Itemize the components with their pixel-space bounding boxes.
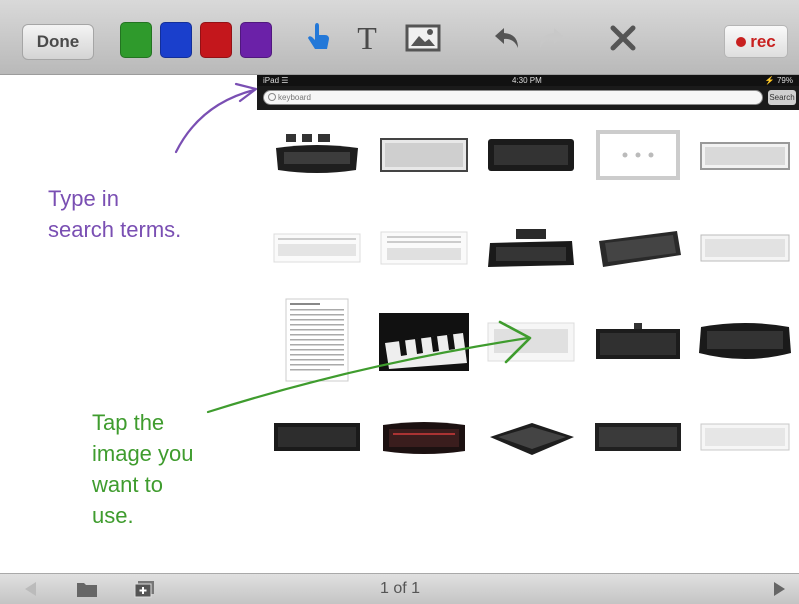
green-arrow	[206, 336, 530, 414]
add-page-icon[interactable]	[134, 580, 156, 598]
purple-note-line-1: Type in	[48, 186, 119, 211]
previous-page-icon[interactable]	[22, 580, 38, 598]
bottom-bar: 1 of 1	[0, 573, 799, 604]
green-note-line-2: image you	[92, 441, 194, 466]
folder-icon[interactable]	[76, 580, 98, 598]
next-page-icon[interactable]	[772, 580, 788, 598]
purple-note-line-2: search terms.	[48, 217, 182, 242]
green-note-line-1: Tap the	[92, 410, 165, 435]
green-note-line-3: want to	[92, 472, 163, 497]
search-instruction-note: Type in search terms.	[48, 183, 181, 245]
page-indicator: 1 of 1	[379, 580, 421, 597]
green-note-line-4: use.	[92, 503, 134, 528]
tap-instruction-note: Tap the image you want to use.	[92, 407, 194, 531]
